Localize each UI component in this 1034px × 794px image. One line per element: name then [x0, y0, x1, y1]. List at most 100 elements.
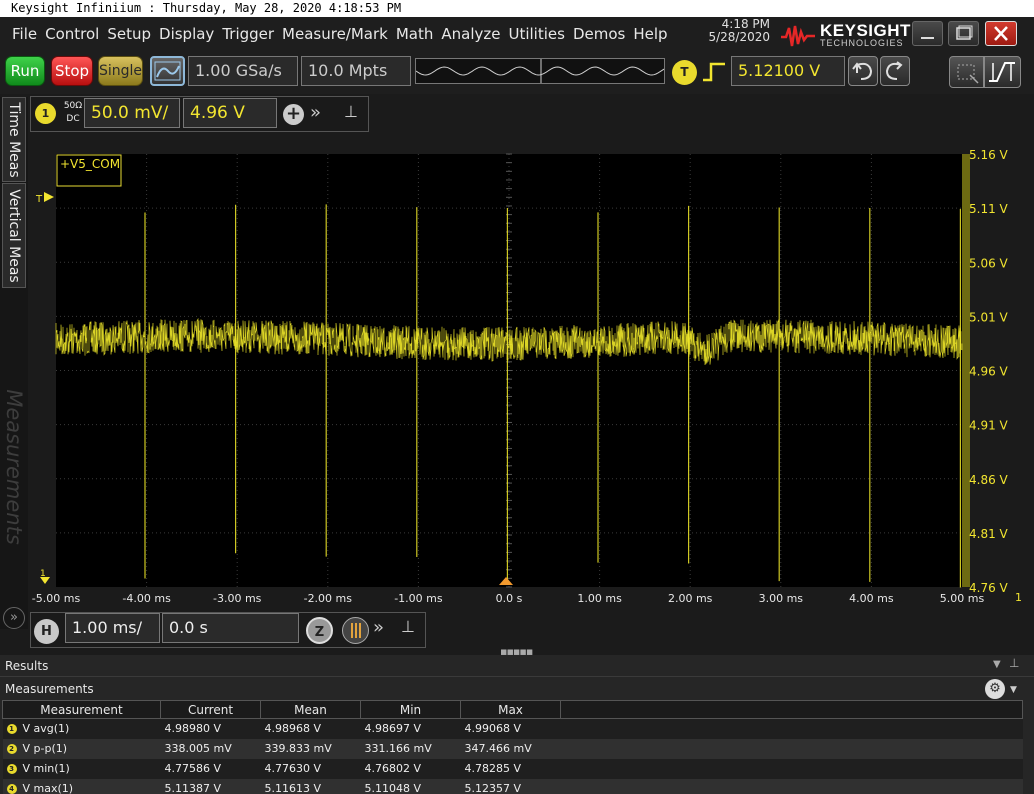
measurement-name: V p-p(1)	[22, 742, 68, 755]
current-cell: 4.98980 V	[160, 718, 261, 739]
trigger-badge[interactable]: T	[672, 60, 697, 85]
measurements-title: Measurements	[5, 682, 94, 696]
autoscale-button[interactable]	[150, 56, 185, 86]
channel-1-coupling[interactable]: 50Ω DC	[61, 100, 85, 126]
menu-utilities[interactable]: Utilities	[508, 25, 572, 43]
gating-icon	[351, 623, 361, 638]
tab-vertical-meas[interactable]: Vertical Meas	[2, 183, 26, 288]
measurement-number-badge: 1	[6, 724, 17, 735]
add-channel-button[interactable]: +	[283, 104, 304, 125]
tab-measurements-label: Measurements	[2, 389, 26, 545]
horizontal-badge[interactable]: H	[34, 619, 59, 644]
horizontal-pin-icon[interactable]: ⊥	[401, 617, 415, 636]
results-header: Results	[5, 659, 49, 673]
menu-bar: File Control Setup Display Trigger Measu…	[0, 17, 1034, 52]
measurement-number-badge: 3	[6, 764, 17, 774]
clock-date: 5/28/2020	[708, 30, 770, 44]
gear-icon[interactable]: ⚙	[985, 679, 1005, 699]
waveform-display[interactable]: 5.16 V 5.11 V 5.06 V 5.01 V 4.96 V 4.91 V 4.86…	[28, 132, 1034, 607]
chevron-down-icon[interactable]: ▼	[1010, 685, 1017, 695]
x-tick-label: 4.00 ms	[849, 592, 894, 605]
measurement-name-cell: 2 V p-p(1)	[2, 738, 161, 759]
measure-mode-button[interactable]	[984, 56, 1021, 88]
zoom-button[interactable]: Z	[306, 617, 333, 644]
tab-time-meas[interactable]: Time Meas	[2, 97, 26, 182]
side-tab-strip: Time Meas Vertical Meas Measurements »	[0, 97, 28, 629]
menu-file[interactable]: File	[12, 25, 45, 43]
undo-button[interactable]	[848, 56, 878, 86]
maximize-button[interactable]	[948, 21, 979, 46]
x-tick-label: 5.00 ms	[940, 592, 985, 605]
menu-demos[interactable]: Demos	[573, 25, 633, 43]
table-row[interactable]: 4V max(1) 5.11387 V 5.11613 V 5.11048 V …	[2, 778, 1023, 794]
keysight-logo: KEYSIGHT TECHNOLOGIES	[780, 19, 910, 49]
close-button[interactable]	[985, 21, 1017, 46]
column-header-max[interactable]: Max	[460, 700, 561, 719]
sidebar-expand-button[interactable]: »	[3, 607, 25, 629]
single-button[interactable]: Single	[98, 56, 143, 86]
mean-cell: 4.77630 V	[260, 758, 361, 779]
minimize-icon	[921, 37, 934, 39]
measurement-number-badge: 4	[6, 784, 17, 794]
menu-measure-mark[interactable]: Measure/Mark	[282, 25, 396, 43]
time-scale-field[interactable]: 1.00 ms/	[65, 613, 160, 643]
menu-help[interactable]: Help	[633, 25, 675, 43]
x-tick-label: -2.00 ms	[304, 592, 353, 605]
edge-measure-icon	[989, 62, 1015, 82]
close-icon	[994, 26, 1008, 41]
trigger-marker-label: T	[35, 194, 43, 205]
column-header-min[interactable]: Min	[360, 700, 461, 719]
trigger-edge-button[interactable]	[701, 60, 727, 84]
table-row[interactable]: 3V min(1) 4.77586 V 4.77630 V 4.76802 V …	[2, 758, 1023, 779]
spacer-cell	[560, 738, 1023, 759]
column-header-current[interactable]: Current	[160, 700, 261, 719]
x-tick-label: 0.0 s	[496, 592, 523, 605]
mean-cell: 339.833 mV	[260, 738, 361, 759]
menu-math[interactable]: Math	[396, 25, 442, 43]
x-tick-label: 2.00 ms	[668, 592, 713, 605]
menu-setup[interactable]: Setup	[107, 25, 159, 43]
table-row[interactable]: 2 V p-p(1) 338.005 mV 339.833 mV 331.166 …	[2, 738, 1023, 759]
channel-1-offset-field[interactable]: 4.96 V	[183, 98, 277, 128]
time-position-field[interactable]: 0.0 s	[162, 613, 299, 643]
zoom-box-button[interactable]	[949, 56, 984, 88]
sample-rate-field[interactable]: 1.00 GSa/s	[188, 56, 298, 86]
column-header-mean[interactable]: Mean	[260, 700, 361, 719]
redo-button[interactable]	[880, 56, 910, 86]
channel-pin-icon[interactable]: ⊥	[344, 102, 358, 121]
max-cell: 4.99068 V	[460, 718, 561, 739]
measurement-name: V max(1)	[22, 782, 74, 794]
results-collapse-icon[interactable]: ▼	[993, 659, 1001, 670]
measurement-name-cell: 1 V avg(1)	[2, 718, 161, 739]
stop-button[interactable]: Stop	[51, 56, 93, 86]
minimize-button[interactable]	[912, 21, 943, 46]
min-cell: 5.11048 V	[360, 778, 461, 794]
menu-display[interactable]: Display	[159, 25, 222, 43]
measurement-name: V min(1)	[22, 762, 70, 775]
trigger-level-field[interactable]: 5.12100 V	[731, 56, 845, 86]
column-header-spacer	[560, 700, 1023, 719]
acquisition-preview[interactable]	[415, 58, 665, 84]
measurement-name-cell: 4 V max(1)	[2, 778, 161, 794]
horizontal-more-button[interactable]: »	[373, 617, 384, 638]
menu-analyze[interactable]: Analyze	[441, 25, 508, 43]
results-divider	[0, 676, 1034, 677]
current-cell: 338.005 mV	[160, 738, 261, 759]
table-row[interactable]: 1V avg(1) 4.98980 V 4.98968 V 4.98697 V …	[2, 718, 1023, 739]
measurements-table: Measurement Current Mean Min Max 1 V avg(…	[2, 700, 1023, 794]
waveform-preview-icon	[415, 59, 665, 83]
channel-more-button[interactable]: »	[310, 102, 321, 123]
results-pin-icon[interactable]: ⊥	[1009, 656, 1019, 670]
menu-control[interactable]: Control	[45, 25, 107, 43]
channel-1-scale-field[interactable]: 50.0 mV/	[84, 98, 180, 128]
memory-depth-field[interactable]: 10.0 Mpts	[301, 56, 411, 86]
run-button[interactable]: Run	[5, 56, 45, 86]
menu-trigger[interactable]: Trigger	[222, 25, 282, 43]
channel-1-badge[interactable]: 1	[35, 103, 56, 124]
tab-measurements[interactable]: Measurements	[2, 367, 26, 567]
x-tick-label: 3.00 ms	[759, 592, 804, 605]
column-header-measurement[interactable]: Measurement	[2, 700, 161, 719]
y-tick-label: 4.81 V	[969, 527, 1009, 541]
current-cell: 4.77586 V	[160, 758, 261, 779]
gating-button[interactable]	[342, 617, 369, 644]
